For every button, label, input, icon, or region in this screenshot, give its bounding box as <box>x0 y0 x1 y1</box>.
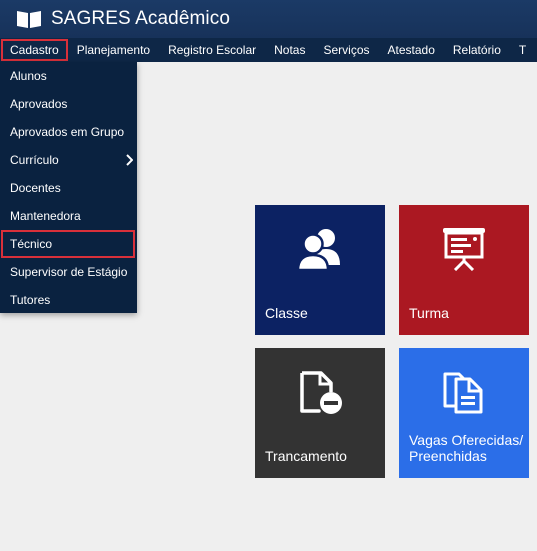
menu-atestado[interactable]: Atestado <box>379 39 444 61</box>
dropdown-item-label: Tutores <box>10 293 51 307</box>
dropdown-item-aprovados[interactable]: Aprovados <box>0 90 137 118</box>
menu-notas[interactable]: Notas <box>265 39 314 61</box>
dropdown-item-docentes[interactable]: Docentes <box>0 174 137 202</box>
dropdown-item-label: Supervisor de Estágio <box>10 265 128 279</box>
menu-more[interactable]: T <box>510 39 535 61</box>
tile-label: Trancamento <box>265 448 347 464</box>
dropdown-item-label: Docentes <box>10 181 61 195</box>
app-title: SAGRES Acadêmico <box>51 8 231 29</box>
file-remove-icon <box>300 371 342 414</box>
main-menu: Cadastro Planejamento Registro Escolar N… <box>0 38 537 62</box>
dropdown-item-tutores[interactable]: Tutores <box>0 286 137 314</box>
dropdown-item-aprovados-em-grupo[interactable]: Aprovados em Grupo <box>0 118 137 146</box>
tile-label: Turma <box>409 305 449 321</box>
dropdown-item-tecnico[interactable]: Técnico <box>1 230 135 258</box>
dropdown-item-label: Mantenedora <box>10 209 81 223</box>
open-book-icon <box>17 11 41 28</box>
tile-label: Classe <box>265 305 308 321</box>
dropdown-item-label: Currículo <box>10 153 59 167</box>
chevron-right-icon <box>126 154 133 166</box>
dropdown-item-alunos[interactable]: Alunos <box>0 62 137 90</box>
dropdown-item-mantenedora[interactable]: Mantenedora <box>0 202 137 230</box>
tile-turma[interactable]: Turma <box>399 205 529 335</box>
dropdown-item-label: Alunos <box>10 69 47 83</box>
dropdown-item-label: Aprovados em Grupo <box>10 125 125 139</box>
top-header: SAGRES Acadêmico <box>0 0 537 38</box>
users-icon <box>296 229 340 271</box>
menu-cadastro[interactable]: Cadastro <box>1 39 68 61</box>
menu-planejamento[interactable]: Planejamento <box>68 39 159 61</box>
menu-servicos[interactable]: Serviços <box>314 39 378 61</box>
tile-classe[interactable]: Classe <box>255 205 385 335</box>
cadastro-dropdown: Alunos Aprovados Aprovados em Grupo Curr… <box>0 62 137 313</box>
tile-vagas-oferecidas[interactable]: Vagas Oferecidas/ Preenchidas <box>399 348 529 478</box>
dropdown-item-label: Aprovados <box>10 97 68 111</box>
menu-relatorio[interactable]: Relatório <box>444 39 510 61</box>
dropdown-item-label: Técnico <box>10 237 53 251</box>
dropdown-item-curriculo[interactable]: Currículo <box>0 146 137 174</box>
presentation-board-icon <box>443 228 485 271</box>
menu-registro-escolar[interactable]: Registro Escolar <box>159 39 265 61</box>
tile-trancamento[interactable]: Trancamento <box>255 348 385 478</box>
tile-label: Vagas Oferecidas/ Preenchidas <box>409 432 524 464</box>
dropdown-item-supervisor-de-estagio[interactable]: Supervisor de Estágio <box>0 258 137 286</box>
copy-document-icon <box>443 372 483 414</box>
